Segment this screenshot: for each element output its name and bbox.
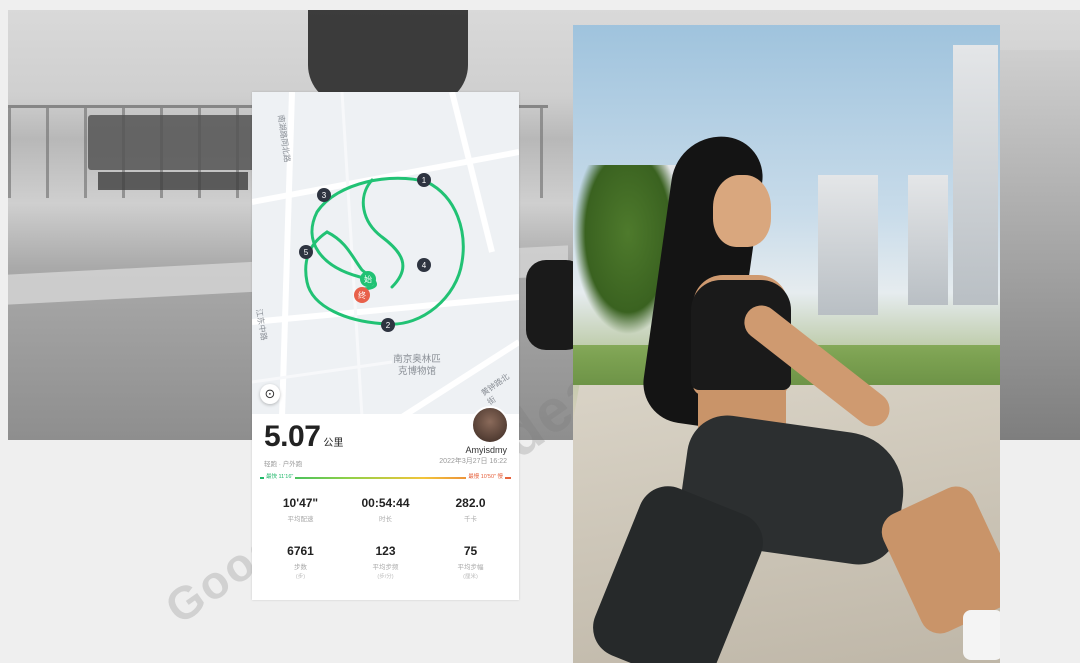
poi-line-1: 南京奥林匹 xyxy=(393,354,441,365)
building xyxy=(953,45,998,305)
metric-value: 6761 xyxy=(287,544,314,558)
bench xyxy=(88,115,258,170)
metric-avg-pace: 10'47" 平均配速 xyxy=(256,496,345,523)
route-line xyxy=(304,176,465,326)
fastest-pace-label: 最快 11'16" xyxy=(264,472,296,480)
metric-label: 千卡 xyxy=(464,516,477,523)
shoe xyxy=(963,610,1000,660)
runner-photo xyxy=(573,25,1000,663)
metric-value: 10'47" xyxy=(282,496,319,510)
metric-label: 步数 xyxy=(294,564,307,571)
run-datetime: 2022年3月27日 16:22 xyxy=(439,458,507,465)
metric-cadence: 123 平均步频 (步/分) xyxy=(341,544,430,580)
metric-value: 123 xyxy=(375,544,396,558)
start-marker-label: 始 xyxy=(364,274,372,284)
face xyxy=(713,175,771,247)
marker-3-label: 3 xyxy=(322,191,327,200)
end-marker-label: 终 xyxy=(358,290,366,300)
metric-steps: 6761 步数 (步) xyxy=(256,544,345,580)
distance-display: 5.07 公里 xyxy=(264,420,343,454)
figure-legs xyxy=(308,10,468,105)
metric-label: 平均步频 xyxy=(372,564,399,571)
distance-value: 5.07 xyxy=(264,420,321,453)
locate-button[interactable]: ⊙ xyxy=(260,384,280,404)
username: Amyisdmy xyxy=(465,445,507,455)
poi-line-2: 克博物馆 xyxy=(397,366,436,377)
activity-type: 轻跑 · 户外跑 xyxy=(264,461,303,468)
marker-5-label: 5 xyxy=(304,248,309,257)
run-summary: 5.07 公里 轻跑 · 户外跑 Amyisdmy 2022年3月27日 16:2… xyxy=(252,406,519,600)
metric-unit: (步) xyxy=(295,574,306,580)
bench-base xyxy=(98,172,248,190)
building xyxy=(908,175,948,305)
metric-unit: (步/分) xyxy=(377,574,394,580)
building xyxy=(818,175,878,315)
route-map[interactable]: 1 2 3 4 5 始 终 南湖路同北路 江东中路 黄钟路北街 南京奥林匹 克博… xyxy=(252,92,519,417)
poi-label: 南京奥林匹 克博物馆 xyxy=(377,354,457,378)
running-app-screenshot: 1 2 3 4 5 始 终 南湖路同北路 江东中路 黄钟路北街 南京奥林匹 克博… xyxy=(252,92,519,600)
metric-value: 75 xyxy=(463,544,478,558)
metric-stride: 75 平均步幅 (厘米) xyxy=(426,544,515,580)
avatar[interactable] xyxy=(471,406,509,444)
end-marker: 终 xyxy=(354,287,370,303)
distance-unit: 公里 xyxy=(323,438,344,449)
marker-1-label: 1 xyxy=(422,176,427,185)
metric-unit: (厘米) xyxy=(463,574,478,580)
metric-duration: 00:54:44 时长 xyxy=(341,496,430,523)
crosshair-icon: ⊙ xyxy=(264,386,276,401)
metric-calories: 282.0 千卡 xyxy=(426,496,515,523)
metric-label: 时长 xyxy=(379,516,392,523)
start-marker: 始 xyxy=(360,271,376,287)
background-edge xyxy=(1000,50,1080,440)
metric-label: 平均步幅 xyxy=(457,564,484,571)
marker-2-label: 2 xyxy=(386,321,391,330)
metric-value: 00:54:44 xyxy=(361,496,410,510)
slowest-pace-label: 最慢 10'50" 慢 xyxy=(466,472,505,480)
metric-value: 282.0 xyxy=(455,496,486,510)
metric-label: 平均配速 xyxy=(287,516,314,523)
marker-4-label: 4 xyxy=(422,261,427,270)
